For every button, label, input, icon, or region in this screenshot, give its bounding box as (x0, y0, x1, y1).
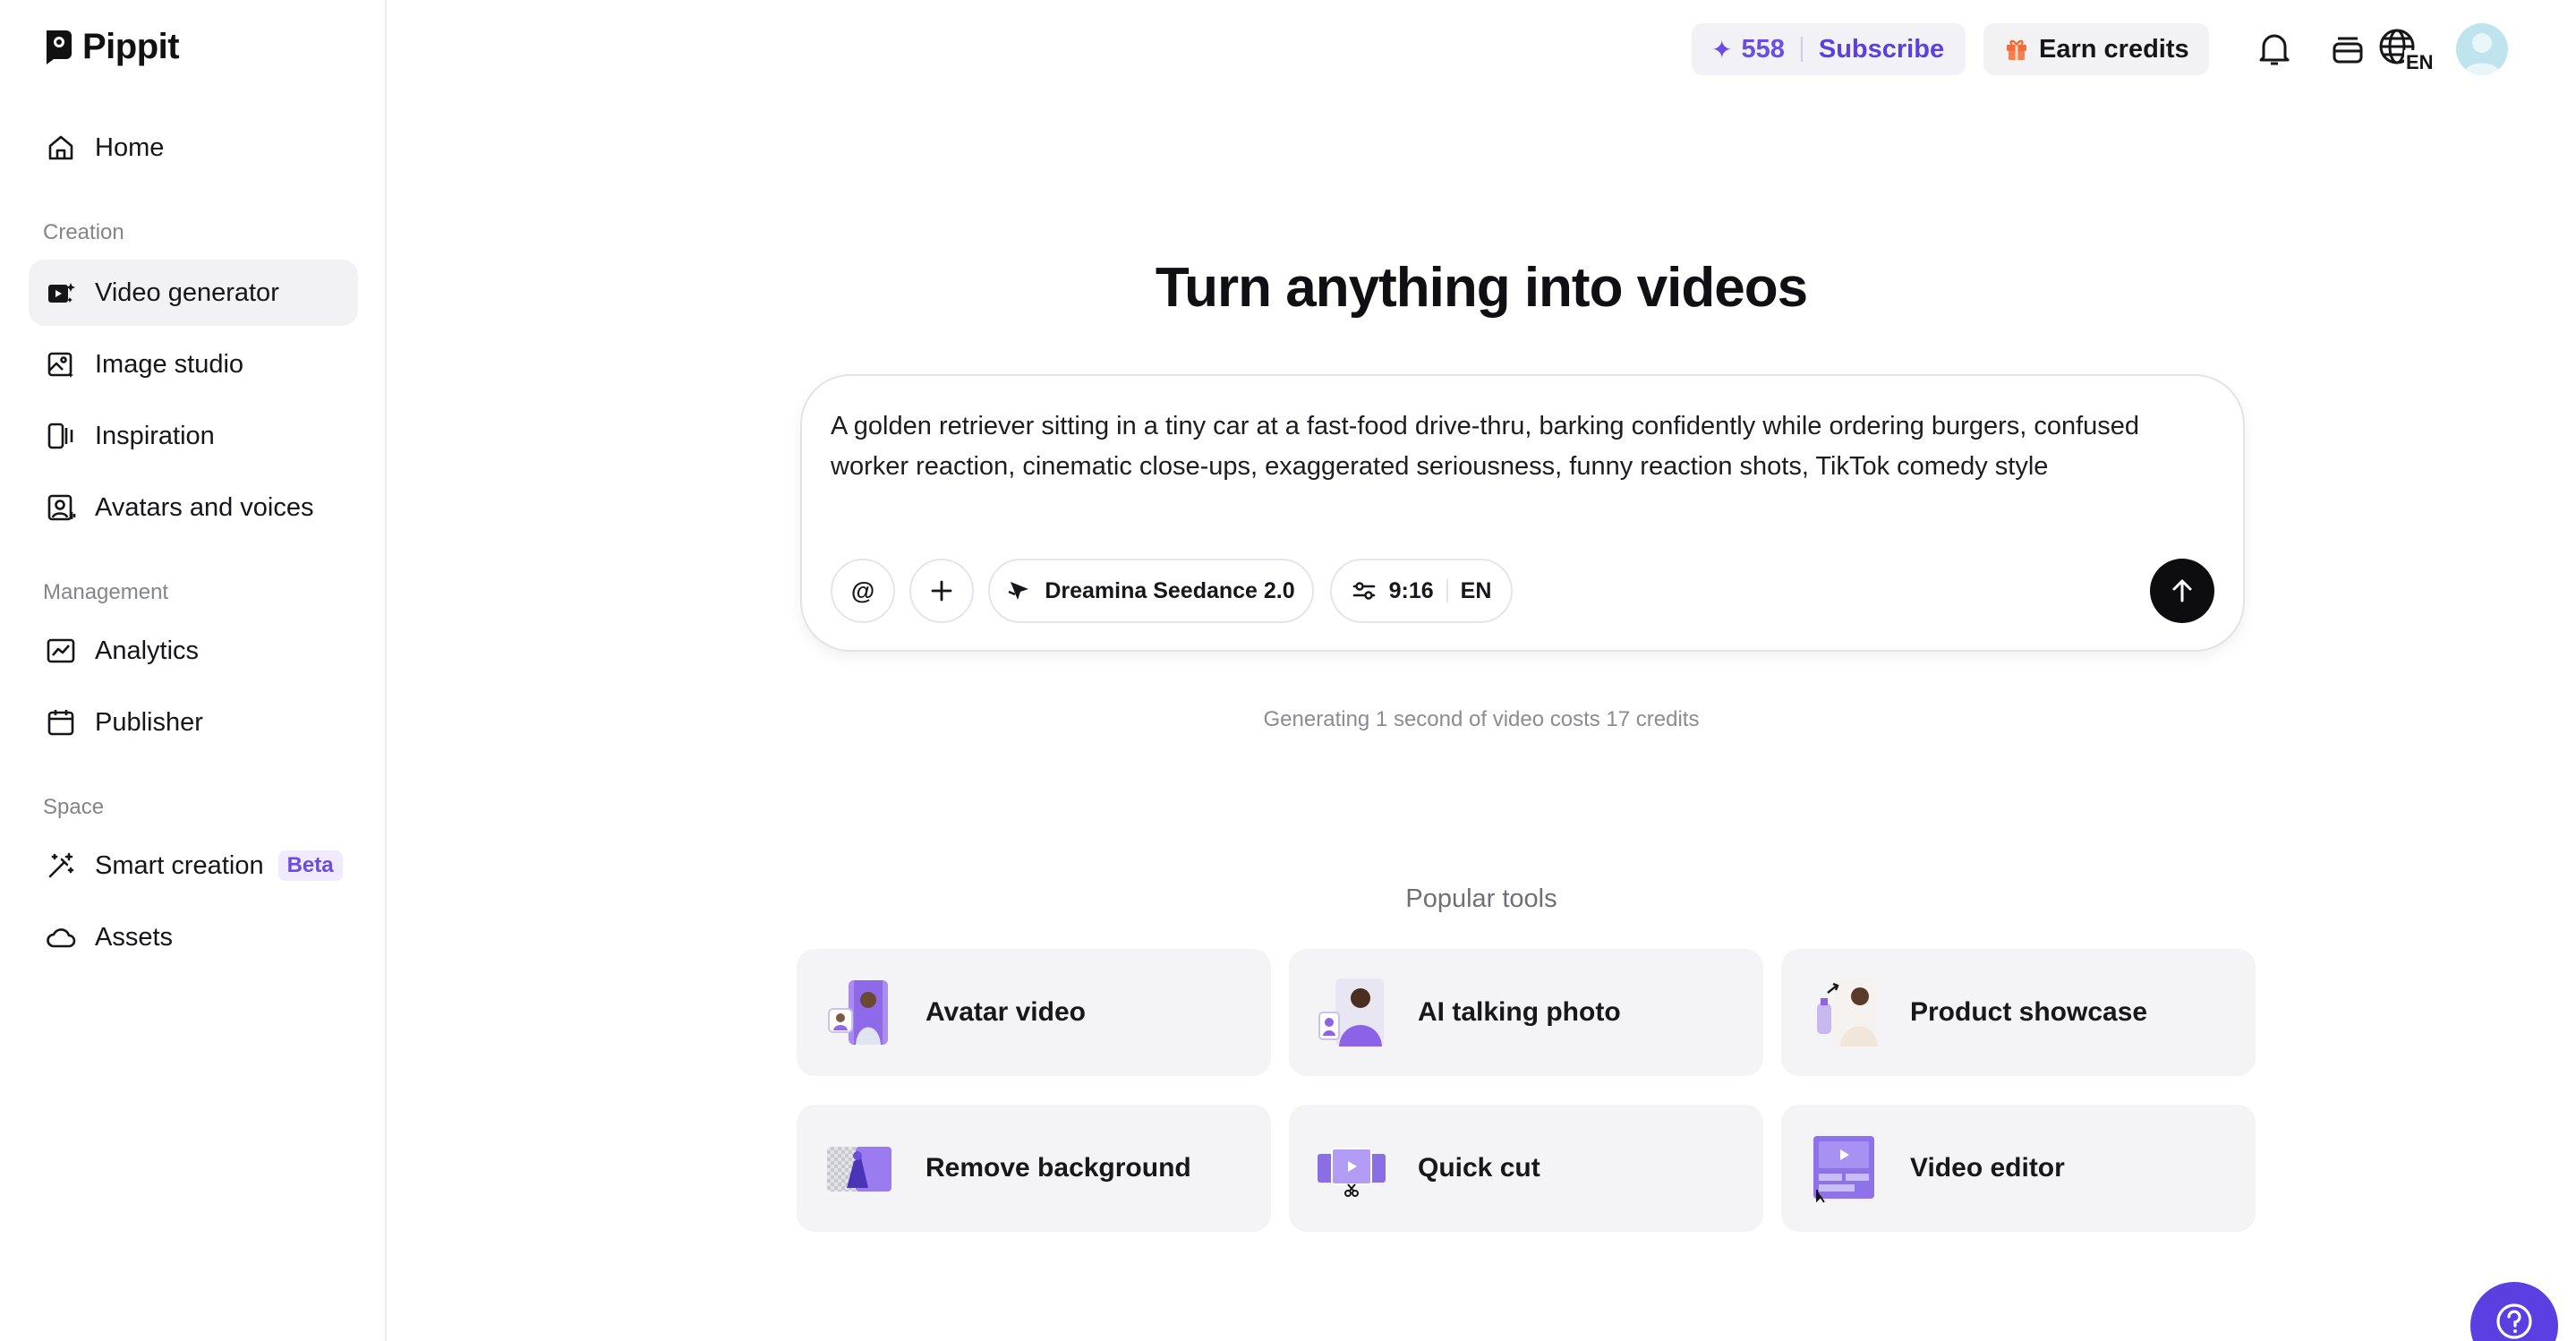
question-icon (2496, 1303, 2532, 1339)
tool-card-product-showcase[interactable]: Product showcase (1781, 949, 2256, 1076)
sidebar-item-label: Inspiration (95, 421, 215, 450)
earn-credits-button[interactable]: Earn credits (1983, 23, 2209, 75)
model-cursor-icon (1008, 582, 1029, 600)
tool-card-remove-background[interactable]: Remove background (797, 1105, 1271, 1232)
remove-background-thumbnail-icon (827, 1147, 891, 1192)
pippit-logo-icon (47, 30, 72, 64)
credits-count: 558 (1741, 34, 1785, 64)
cloud-icon (45, 921, 77, 953)
sidebar-item-label: Assets (95, 922, 174, 952)
home-icon (45, 132, 77, 164)
sidebar-item-publisher[interactable]: Publisher (29, 689, 358, 756)
credits-pill[interactable]: ✦ 558 Subscribe (1692, 23, 1966, 75)
inspiration-icon (45, 420, 77, 452)
tool-label: Quick cut (1418, 1153, 1540, 1183)
image-studio-icon (45, 348, 77, 380)
stack-icon (2333, 37, 2363, 64)
help-button[interactable] (2470, 1282, 2558, 1341)
magic-wand-icon (45, 850, 77, 882)
notifications-button[interactable] (2252, 27, 2297, 72)
sidebar-item-label: Smart creation (95, 850, 264, 880)
sidebar: Pippit Home Creation Video generator Ima… (0, 0, 387, 1341)
sidebar-item-assets[interactable]: Assets (29, 904, 358, 970)
model-label: Dreamina Seedance 2.0 (1045, 577, 1295, 603)
page-title-text: Turn anything into videos (1155, 257, 1808, 319)
calendar-icon (45, 706, 77, 739)
tool-card-quick-cut[interactable]: Quick cut (1289, 1105, 1763, 1232)
sidebar-item-analytics[interactable]: Analytics (29, 618, 358, 684)
sidebar-item-label: Home (95, 132, 165, 162)
section-label-space: Space (43, 795, 105, 819)
arrow-up-icon (2172, 579, 2192, 602)
plus-icon (931, 580, 952, 602)
avatar-video-thumbnail-icon (828, 980, 888, 1045)
prompt-input[interactable]: A golden retriever sitting in a tiny car… (831, 406, 2209, 487)
bell-icon (2259, 34, 2290, 65)
analytics-icon (45, 635, 77, 667)
send-button[interactable] (2150, 559, 2214, 623)
earn-credits-label: Earn credits (2039, 34, 2189, 64)
mention-button[interactable]: @ (831, 559, 895, 623)
sidebar-item-label: Analytics (95, 636, 200, 665)
gift-icon (2007, 39, 2026, 60)
language-label: EN (1460, 577, 1492, 603)
tool-label: Product showcase (1910, 997, 2148, 1027)
beta-badge: Beta (277, 850, 343, 881)
user-avatar[interactable] (2456, 23, 2508, 75)
tool-label: Avatar video (925, 997, 1086, 1027)
section-label-creation: Creation (43, 220, 124, 244)
product-showcase-thumbnail-icon (1817, 978, 1878, 1046)
app-name: Pippit (82, 27, 180, 66)
tool-label: AI talking photo (1418, 997, 1621, 1027)
app-root: Pippit Home Creation Video generator Ima… (0, 0, 2576, 1341)
language-button[interactable]: EN (2377, 27, 2435, 72)
settings-chip[interactable]: 9:16 EN (1330, 559, 1513, 623)
sidebar-item-avatars-voices[interactable]: Avatars and voices (29, 474, 358, 541)
sparkle-icon: ✦ (1711, 35, 1733, 64)
globe-icon: EN (2379, 29, 2435, 72)
aspect-ratio-label: 9:16 (1388, 577, 1434, 603)
tool-card-ai-talking-photo[interactable]: AI talking photo (1289, 949, 1763, 1076)
sidebar-item-inspiration[interactable]: Inspiration (29, 403, 358, 469)
quick-cut-thumbnail-icon (1318, 1148, 1386, 1197)
prompt-box: A golden retriever sitting in a tiny car… (800, 374, 2245, 652)
sidebar-item-home[interactable]: Home (29, 115, 358, 181)
tool-label: Remove background (925, 1153, 1191, 1183)
popular-tools-title: Popular tools (1405, 884, 1557, 913)
avatar-voice-icon (45, 491, 77, 524)
video-editor-thumbnail-icon (1813, 1136, 1874, 1203)
page-title: Turn anything into videos (0, 256, 2576, 320)
sidebar-item-image-studio[interactable]: Image studio (29, 331, 358, 397)
at-icon: @ (850, 577, 875, 604)
app-logo[interactable]: Pippit (43, 27, 180, 67)
tool-label: Video editor (1910, 1153, 2065, 1183)
section-label-management: Management (43, 580, 169, 604)
subscribe-link[interactable]: Subscribe (1819, 35, 1944, 64)
tool-card-avatar-video[interactable]: Avatar video (797, 949, 1271, 1076)
sidebar-item-label: Publisher (95, 707, 203, 737)
language-code: EN (2406, 51, 2434, 72)
wallet-button[interactable] (2325, 27, 2370, 72)
sidebar-item-smart-creation[interactable]: Smart creation Beta (29, 833, 358, 899)
model-selector[interactable]: Dreamina Seedance 2.0 (988, 559, 1314, 623)
sliders-icon (1352, 582, 1375, 600)
credit-cost-note: Generating 1 second of video costs 17 cr… (1263, 707, 1700, 731)
sidebar-item-label: Avatars and voices (95, 492, 314, 522)
user-avatar-icon (2463, 33, 2501, 75)
tool-card-video-editor[interactable]: Video editor (1781, 1105, 2256, 1232)
add-button[interactable] (909, 559, 974, 623)
talking-photo-thumbnail-icon (1318, 978, 1384, 1046)
divider (1800, 37, 1803, 62)
sidebar-item-label: Image studio (95, 349, 244, 379)
chip-divider (1446, 579, 1448, 602)
